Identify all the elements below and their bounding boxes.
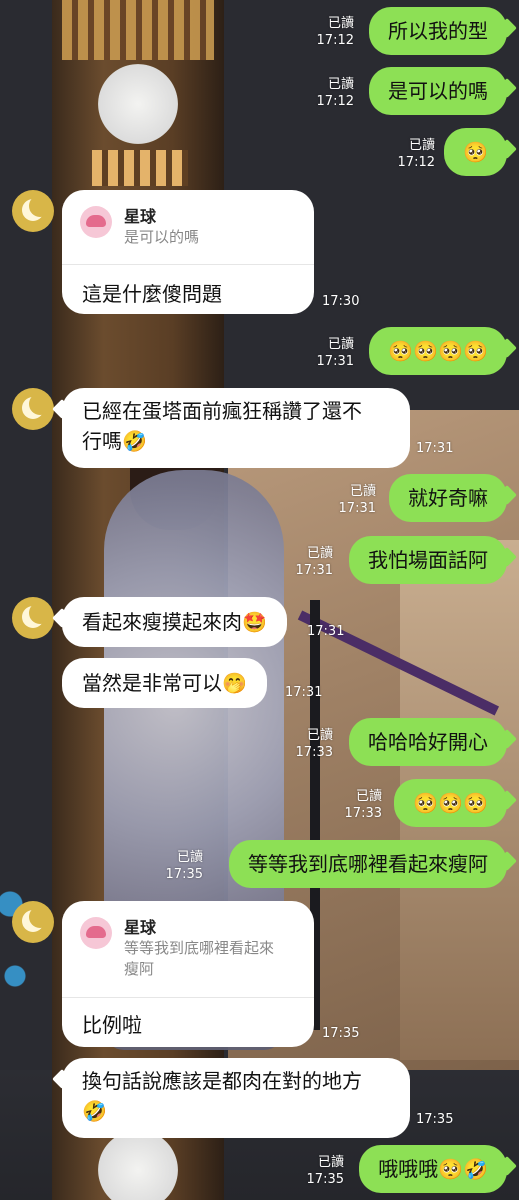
planet-avatar-icon xyxy=(80,206,112,238)
quoted-message[interactable]: 星球 是可以的嗎 xyxy=(62,190,314,265)
message-time: 17:35 xyxy=(322,1026,360,1041)
message-time: 17:33 xyxy=(295,745,333,760)
message-meta: 已讀 17:12 xyxy=(317,76,354,110)
outgoing-message[interactable]: 所以我的型 xyxy=(369,7,507,55)
message-meta: 已讀 17:12 xyxy=(398,137,435,171)
read-receipt: 已讀 xyxy=(306,546,333,561)
message-text-line: 已經在蛋塔面前瘋狂稱讚了還不 xyxy=(82,399,362,423)
contact-avatar[interactable] xyxy=(12,190,54,232)
message-time: 17:35 xyxy=(165,867,203,882)
read-receipt: 已讀 xyxy=(327,16,354,31)
message-time: 17:35 xyxy=(416,1112,454,1127)
outgoing-message[interactable]: 我怕場面話阿 xyxy=(349,536,507,584)
read-receipt: 已讀 xyxy=(327,337,354,352)
outgoing-message[interactable]: 就好奇嘛 xyxy=(389,474,507,522)
chat-message-list[interactable]: 已讀 17:12 所以我的型 已讀 17:12 是可以的嗎 已讀 17:12 🥺… xyxy=(0,0,519,1200)
incoming-message[interactable]: 換句話說應該是都肉在對的地方 🤣 xyxy=(62,1058,410,1138)
message-time: 17:12 xyxy=(316,94,354,109)
contact-avatar[interactable] xyxy=(12,388,54,430)
message-meta: 已讀 17:33 xyxy=(345,788,382,822)
contact-avatar[interactable] xyxy=(12,901,54,943)
outgoing-message[interactable]: 🥺🥺🥺 xyxy=(394,779,507,827)
message-meta: 已讀 17:35 xyxy=(307,1154,344,1188)
read-receipt: 已讀 xyxy=(306,728,333,743)
message-time: 17:31 xyxy=(295,563,333,578)
message-text-line: 換句話說應該是都肉在對的地方 xyxy=(82,1069,362,1093)
message-meta: 已讀 17:31 xyxy=(317,336,354,370)
message-time: 17:33 xyxy=(344,806,382,821)
quoted-message[interactable]: 星球 等等我到底哪裡看起來 瘦阿 xyxy=(62,901,314,998)
incoming-message[interactable]: 已經在蛋塔面前瘋狂稱讚了還不 行嗎🤣 xyxy=(62,388,410,468)
message-time: 17:31 xyxy=(316,354,354,369)
message-time: 17:31 xyxy=(307,624,345,639)
outgoing-message[interactable]: 🥺🥺🥺🥺 xyxy=(369,327,507,375)
message-meta: 已讀 17:31 xyxy=(339,483,376,517)
message-time: 17:35 xyxy=(306,1172,344,1187)
message-time: 17:30 xyxy=(322,294,360,309)
contact-avatar[interactable] xyxy=(12,597,54,639)
outgoing-message[interactable]: 是可以的嗎 xyxy=(369,67,507,115)
outgoing-message[interactable]: 等等我到底哪裡看起來瘦阿 xyxy=(229,840,507,888)
incoming-reply-message[interactable]: 星球 等等我到底哪裡看起來 瘦阿 比例啦 xyxy=(62,901,314,1047)
outgoing-message[interactable]: 🥺 xyxy=(444,128,507,176)
reply-text: 比例啦 xyxy=(82,1013,142,1037)
read-receipt: 已讀 xyxy=(327,77,354,92)
quoted-text: 等等我到底哪裡看起來 瘦阿 xyxy=(124,939,275,978)
message-meta: 已讀 17:33 xyxy=(296,727,333,761)
read-receipt: 已讀 xyxy=(317,1155,344,1170)
incoming-message[interactable]: 看起來瘦摸起來肉🤩 xyxy=(62,597,287,647)
reply-text: 這是什麼傻問題 xyxy=(82,282,222,306)
message-time: 17:31 xyxy=(338,501,376,516)
message-time: 17:12 xyxy=(316,33,354,48)
outgoing-message[interactable]: 哈哈哈好開心 xyxy=(349,718,507,766)
message-text-line: 行嗎🤣 xyxy=(82,429,147,453)
message-time: 17:31 xyxy=(285,685,323,700)
message-time: 17:12 xyxy=(397,155,435,170)
incoming-message[interactable]: 當然是非常可以🤭 xyxy=(62,658,267,708)
read-receipt: 已讀 xyxy=(349,484,376,499)
message-meta: 已讀 17:35 xyxy=(166,849,203,883)
quoted-text: 是可以的嗎 xyxy=(124,228,200,246)
message-meta: 已讀 17:12 xyxy=(317,15,354,49)
read-receipt: 已讀 xyxy=(176,850,203,865)
outgoing-message[interactable]: 哦哦哦🥺🤣 xyxy=(359,1145,507,1193)
planet-avatar-icon xyxy=(80,917,112,949)
message-meta: 已讀 17:31 xyxy=(296,545,333,579)
incoming-reply-message[interactable]: 星球 是可以的嗎 這是什麼傻問題 xyxy=(62,190,314,314)
quoted-sender-name: 星球 xyxy=(124,207,157,226)
message-text-line: 🤣 xyxy=(82,1099,107,1123)
quoted-sender-name: 星球 xyxy=(124,918,157,937)
read-receipt: 已讀 xyxy=(408,138,435,153)
read-receipt: 已讀 xyxy=(355,789,382,804)
message-time: 17:31 xyxy=(416,441,454,456)
